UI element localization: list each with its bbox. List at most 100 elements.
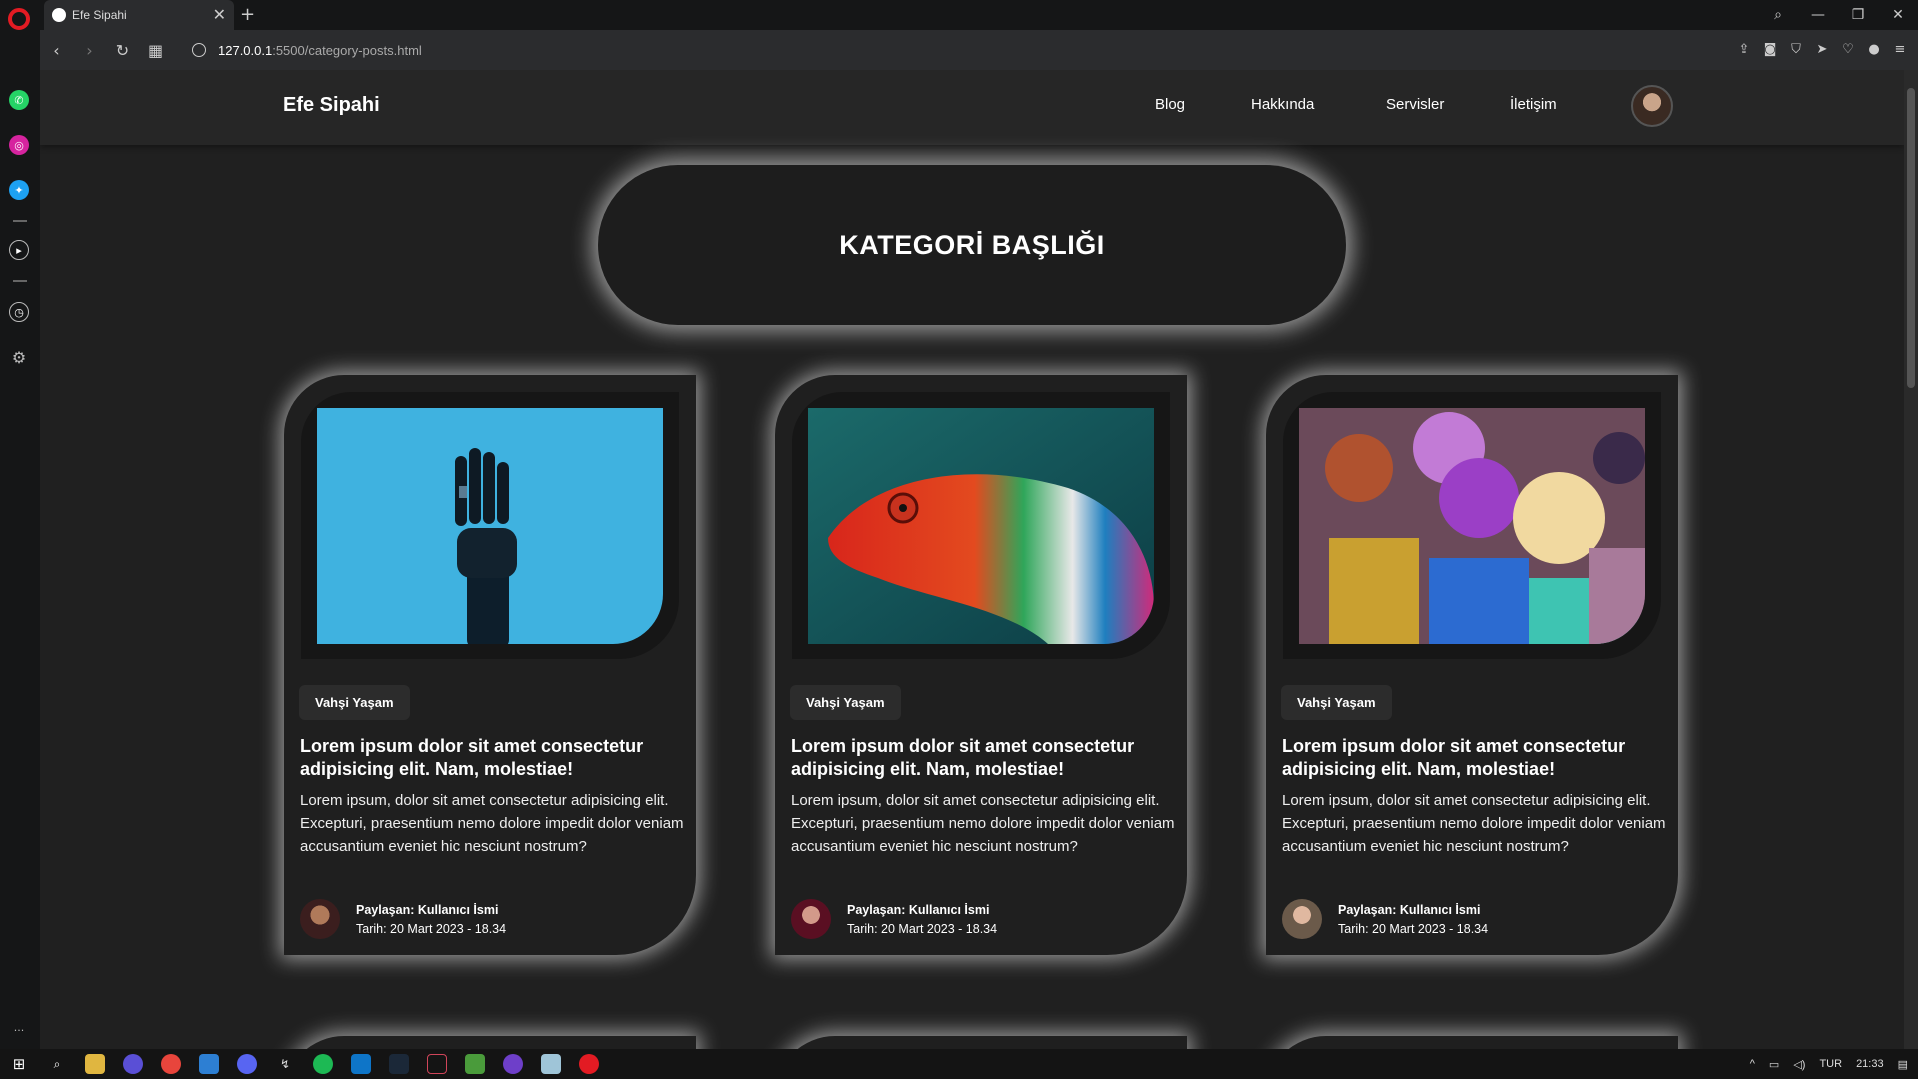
post-card-partial[interactable] — [1266, 1036, 1678, 1049]
volume-icon[interactable]: ◁) — [1793, 1058, 1805, 1071]
browser-tab[interactable]: Efe Sipahi ✕ — [44, 0, 234, 30]
settings-gear-icon[interactable]: ⚙ — [9, 347, 29, 367]
app-icon[interactable] — [427, 1054, 447, 1074]
post-excerpt: Lorem ipsum, dolor sit amet consectetur … — [300, 792, 684, 855]
author-avatar — [300, 899, 340, 939]
app-window-icon[interactable] — [199, 1054, 219, 1074]
post-title[interactable]: Lorem ipsum dolor sit amet consectetur a… — [300, 735, 684, 781]
notepad-icon[interactable] — [541, 1054, 561, 1074]
whatsapp-icon[interactable]: ✆ — [9, 90, 29, 110]
discord-icon[interactable] — [237, 1054, 257, 1074]
category-badge[interactable]: Vahşi Yaşam — [299, 685, 410, 720]
twitter-icon[interactable]: ✦ — [9, 180, 29, 200]
more-options-icon[interactable]: ··· — [9, 1020, 29, 1040]
vscode-icon[interactable] — [351, 1054, 371, 1074]
send-icon[interactable]: ➤ — [1814, 42, 1830, 58]
post-card[interactable]: Vahşi Yaşam Lorem ipsum dolor sit amet c… — [284, 375, 696, 955]
post-card-partial[interactable] — [284, 1036, 696, 1049]
forward-icon[interactable]: › — [73, 41, 106, 60]
author-avatar — [791, 899, 831, 939]
post-image-chameleon[interactable] — [808, 408, 1154, 644]
opera-logo-icon[interactable] — [8, 8, 30, 30]
url-path: :5500/category-posts.html — [272, 42, 422, 58]
post-card-partial[interactable] — [775, 1036, 1187, 1049]
browser-toolbar-right: ⇪ ◙ ⛉ ➤ ♡ ● ≡ — [1736, 30, 1908, 70]
clock[interactable]: 21:33 — [1856, 1058, 1884, 1070]
reload-icon[interactable]: ↻ — [106, 41, 139, 60]
post-image-frame — [1283, 392, 1661, 659]
page-viewport: Efe Sipahi Blog Hakkında Servisler İleti… — [40, 70, 1904, 1049]
input-language[interactable]: TUR — [1819, 1058, 1842, 1070]
file-explorer-icon[interactable] — [85, 1054, 105, 1074]
windows-taskbar: ⊞ ⌕ ↯ ^ ▭ ◁) TUR 21:33 ▤ — [0, 1049, 1918, 1079]
minimize-icon[interactable]: — — [1798, 7, 1838, 23]
back-icon[interactable]: ‹ — [40, 41, 73, 60]
post-image-frame — [301, 392, 679, 659]
window-controls: ⌕ — ❐ ✕ — [1758, 0, 1918, 30]
restore-icon[interactable]: ❐ — [1838, 7, 1878, 23]
app-icon[interactable]: ↯ — [275, 1054, 295, 1074]
share-icon[interactable]: ⇪ — [1736, 42, 1752, 58]
spotify-icon[interactable] — [313, 1054, 333, 1074]
post-image-robot-hand[interactable] — [317, 408, 663, 644]
github-icon[interactable] — [503, 1054, 523, 1074]
globe-favicon-icon — [52, 8, 66, 22]
post-image-crowd[interactable] — [1299, 408, 1645, 644]
chrome-icon[interactable] — [161, 1054, 181, 1074]
network-icon[interactable]: ▭ — [1769, 1058, 1779, 1071]
post-date: Tarih: 20 Mart 2023 - 18.34 — [1338, 922, 1489, 936]
category-title: KATEGORİ BAŞLIĞI — [839, 229, 1105, 260]
system-tray: ^ ▭ ◁) TUR 21:33 ▤ — [1750, 1049, 1908, 1079]
adblock-shield-icon[interactable]: ⛉ — [1788, 42, 1804, 58]
browser-sidebar: ✆ ◎ ✦ ▸ ◷ ⚙ ··· — [0, 0, 40, 1049]
opera-taskbar-icon[interactable] — [579, 1054, 599, 1074]
tab-bar: Efe Sipahi ✕ + ⌕ — ❐ ✕ — [40, 0, 1918, 30]
tab-title: Efe Sipahi — [72, 8, 127, 22]
notifications-icon[interactable]: ▤ — [1898, 1058, 1908, 1071]
close-window-icon[interactable]: ✕ — [1878, 7, 1918, 23]
url-host: 127.0.0.1 — [218, 42, 273, 58]
post-date: Tarih: 20 Mart 2023 - 18.34 — [356, 922, 507, 936]
app-icon[interactable] — [123, 1054, 143, 1074]
post-author: Paylaşan: Kullanıcı İsmi — [1338, 903, 1481, 917]
post-excerpt: Lorem ipsum, dolor sit amet consectetur … — [1282, 792, 1666, 855]
post-card[interactable]: Vahşi Yaşam Lorem ipsum dolor sit amet c… — [775, 375, 1187, 955]
nav-blog[interactable]: Blog — [1155, 96, 1185, 113]
url-field[interactable]: 127.0.0.1:5500/category-posts.html — [192, 43, 422, 58]
player-icon[interactable]: ▸ — [9, 240, 29, 260]
menu-icon[interactable]: ≡ — [1892, 42, 1908, 58]
category-badge[interactable]: Vahşi Yaşam — [790, 685, 901, 720]
instagram-icon[interactable]: ◎ — [9, 135, 29, 155]
category-hero: KATEGORİ BAŞLIĞI — [598, 165, 1346, 325]
post-author: Paylaşan: Kullanıcı İsmi — [356, 903, 499, 917]
steam-icon[interactable] — [389, 1054, 409, 1074]
nav-contact[interactable]: İletişim — [1510, 96, 1557, 113]
tab-grid-icon[interactable]: ▦ — [139, 41, 172, 60]
nav-services[interactable]: Servisler — [1386, 96, 1444, 113]
author-avatar — [1282, 899, 1322, 939]
nav-about[interactable]: Hakkında — [1251, 96, 1314, 113]
post-author: Paylaşan: Kullanıcı İsmi — [847, 903, 990, 917]
site-info-globe-icon[interactable] — [192, 43, 206, 57]
history-icon[interactable]: ◷ — [9, 302, 29, 322]
post-card[interactable]: Vahşi Yaşam Lorem ipsum dolor sit amet c… — [1266, 375, 1678, 955]
tray-chevron-icon[interactable]: ^ — [1750, 1058, 1755, 1070]
app-icon[interactable] — [465, 1054, 485, 1074]
post-title[interactable]: Lorem ipsum dolor sit amet consectetur a… — [791, 735, 1175, 781]
post-title[interactable]: Lorem ipsum dolor sit amet consectetur a… — [1282, 735, 1666, 781]
search-tabs-icon[interactable]: ⌕ — [1758, 7, 1798, 23]
page-scrollbar[interactable] — [1904, 70, 1918, 1049]
favorite-heart-icon[interactable]: ♡ — [1840, 42, 1856, 58]
profile-icon[interactable]: ● — [1866, 42, 1882, 58]
post-image-frame — [792, 392, 1170, 659]
scrollbar-thumb[interactable] — [1907, 88, 1915, 388]
site-brand[interactable]: Efe Sipahi — [283, 94, 380, 117]
search-icon[interactable]: ⌕ — [47, 1054, 67, 1074]
new-tab-button[interactable]: + — [240, 4, 255, 25]
user-avatar[interactable] — [1631, 85, 1673, 127]
address-bar: ‹ › ↻ ▦ 127.0.0.1:5500/category-posts.ht… — [40, 30, 1918, 70]
category-badge[interactable]: Vahşi Yaşam — [1281, 685, 1392, 720]
tab-close-icon[interactable]: ✕ — [213, 5, 226, 25]
windows-start-icon[interactable]: ⊞ — [9, 1054, 29, 1074]
snapshot-camera-icon[interactable]: ◙ — [1762, 42, 1778, 58]
